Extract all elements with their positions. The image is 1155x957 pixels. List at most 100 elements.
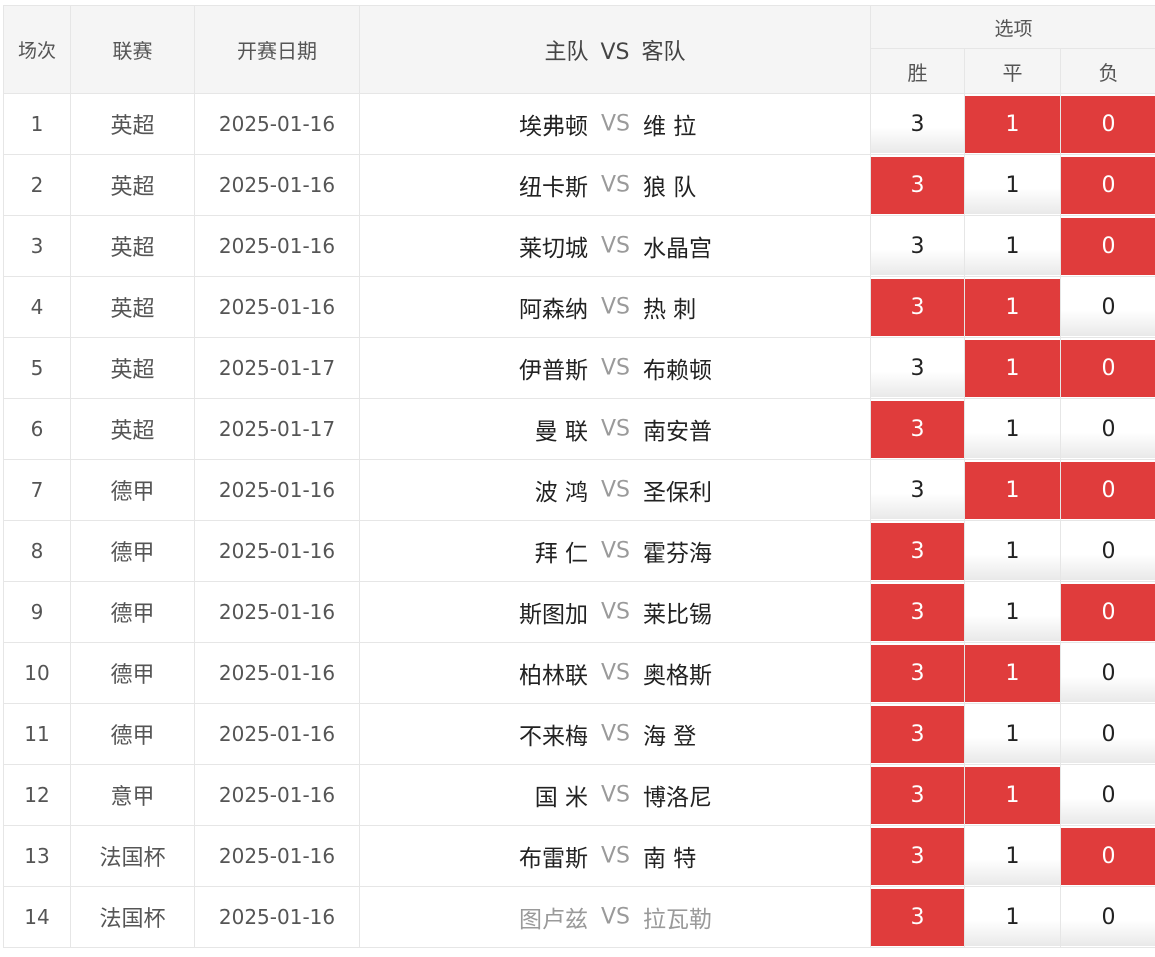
- option-lose-button[interactable]: 0: [1061, 400, 1155, 458]
- table-row: 14 法国杯 2025-01-16 图卢兹 VS 拉瓦勒 3 1 0: [3, 886, 1155, 948]
- away-team: 布赖顿: [643, 358, 712, 384]
- option-cell: 0: [1059, 764, 1155, 826]
- option-win-button[interactable]: 3: [871, 339, 964, 397]
- table-row: 10 德甲 2025-01-16 柏林联 VS 奥格斯 3 1 0: [3, 642, 1155, 704]
- option-win-button[interactable]: 3: [871, 522, 964, 580]
- option-win-button[interactable]: 3: [871, 705, 964, 763]
- option-draw-button[interactable]: 1: [965, 827, 1060, 885]
- option-lose-button[interactable]: 0: [1061, 644, 1155, 702]
- option-lose-button[interactable]: 0: [1061, 827, 1155, 885]
- row-index: 2: [3, 154, 71, 216]
- home-team: 柏林联: [519, 663, 588, 689]
- option-cell: 0: [1059, 93, 1155, 155]
- home-team: 阿森纳: [519, 297, 588, 323]
- option-win-button[interactable]: 3: [871, 461, 964, 519]
- option-cell: 0: [1059, 825, 1155, 887]
- option-cell: 0: [1059, 703, 1155, 765]
- row-index: 14: [3, 886, 71, 948]
- option-lose-button[interactable]: 0: [1061, 156, 1155, 214]
- option-cell: 3: [870, 581, 965, 643]
- option-lose-button[interactable]: 0: [1061, 888, 1155, 946]
- row-match: 斯图加 VS 莱比锡: [359, 581, 871, 643]
- option-draw-button[interactable]: 1: [965, 888, 1060, 946]
- row-date: 2025-01-16: [194, 459, 360, 521]
- option-lose-button[interactable]: 0: [1061, 461, 1155, 519]
- row-league: 英超: [70, 215, 195, 277]
- vs-label: VS: [601, 660, 631, 686]
- home-team: 国 米: [534, 785, 588, 811]
- table-row: 1 英超 2025-01-16 埃弗顿 VS 维 拉310: [3, 93, 1155, 155]
- table-row: 4 英超 2025-01-16 阿森纳 VS 热 刺 310: [3, 276, 1155, 338]
- option-win-button[interactable]: 3: [871, 400, 964, 458]
- vs-label: VS: [601, 416, 631, 442]
- header-draw: 平: [964, 48, 1061, 94]
- option-cell: 1: [964, 93, 1061, 155]
- option-win-button[interactable]: 3: [871, 156, 964, 214]
- option-win-button[interactable]: 3: [871, 766, 964, 824]
- header-match: 主队 VS 客队: [359, 5, 871, 94]
- away-team: 水晶宫: [643, 236, 712, 262]
- option-cell: 3: [870, 93, 965, 155]
- option-win-button[interactable]: 3: [871, 583, 964, 641]
- away-team: 南 特: [643, 846, 697, 872]
- table-row: 13 法国杯 2025-01-16 布雷斯 VS 南 特 310: [3, 825, 1155, 887]
- option-cell: 1: [964, 886, 1061, 948]
- option-lose-button[interactable]: 0: [1061, 522, 1155, 580]
- row-index: 11: [3, 703, 71, 765]
- option-win-button[interactable]: 3: [871, 827, 964, 885]
- option-draw-button[interactable]: 1: [965, 522, 1060, 580]
- option-win-button[interactable]: 3: [871, 888, 964, 946]
- home-team: 纽卡斯: [519, 175, 588, 201]
- option-cell: 0: [1059, 642, 1155, 704]
- row-index: 12: [3, 764, 71, 826]
- row-league: 德甲: [70, 642, 195, 704]
- option-draw-button[interactable]: 1: [965, 339, 1060, 397]
- row-index: 5: [3, 337, 71, 399]
- table-body: 1 英超 2025-01-16 埃弗顿 VS 维 拉 3 1 0 2 英超 2025-01-16 纽卡斯…: [3, 93, 1155, 948]
- row-date: 2025-01-16: [194, 154, 360, 216]
- option-draw-button[interactable]: 1: [965, 461, 1060, 519]
- option-draw-button[interactable]: 1: [965, 217, 1060, 275]
- row-match: 曼 联 VS 南安普: [359, 398, 871, 460]
- option-draw-button[interactable]: 1: [965, 95, 1060, 153]
- row-match: 埃弗顿 VS 维 拉: [359, 93, 871, 155]
- table-row: 3 英超 2025-01-16 莱切城 VS 水晶宫 3 1 0: [3, 215, 1155, 277]
- option-lose-button[interactable]: 0: [1061, 217, 1155, 275]
- option-lose-button[interactable]: 0: [1061, 95, 1155, 153]
- option-lose-button[interactable]: 0: [1061, 705, 1155, 763]
- option-win-button[interactable]: 3: [871, 95, 964, 153]
- option-cell: 1: [964, 398, 1061, 460]
- option-draw-button[interactable]: 1: [965, 705, 1060, 763]
- option-lose-button[interactable]: 0: [1061, 339, 1155, 397]
- option-cell: 3: [870, 154, 965, 216]
- option-lose-button[interactable]: 0: [1061, 766, 1155, 824]
- row-date: 2025-01-16: [194, 215, 360, 277]
- option-lose-button[interactable]: 0: [1061, 278, 1155, 336]
- row-index: 4: [3, 276, 71, 338]
- option-cell: 0: [1059, 154, 1155, 216]
- option-lose-button[interactable]: 0: [1061, 583, 1155, 641]
- row-index: 6: [3, 398, 71, 460]
- option-cell: 3: [870, 764, 965, 826]
- option-win-button[interactable]: 3: [871, 278, 964, 336]
- vs-label: VS: [601, 599, 631, 625]
- option-draw-button[interactable]: 1: [965, 156, 1060, 214]
- row-index: 7: [3, 459, 71, 521]
- vs-label: VS: [601, 233, 631, 259]
- home-team: 埃弗顿: [519, 114, 588, 140]
- option-cell: 3: [870, 703, 965, 765]
- option-draw-button[interactable]: 1: [965, 278, 1060, 336]
- option-win-button[interactable]: 3: [871, 217, 964, 275]
- vs-label: VS: [601, 172, 631, 198]
- option-win-button[interactable]: 3: [871, 644, 964, 702]
- row-league: 德甲: [70, 703, 195, 765]
- option-cell: 0: [1059, 886, 1155, 948]
- option-draw-button[interactable]: 1: [965, 583, 1060, 641]
- home-team: 波 鸿: [534, 480, 588, 506]
- row-date: 2025-01-16: [194, 642, 360, 704]
- row-index: 9: [3, 581, 71, 643]
- option-draw-button[interactable]: 1: [965, 400, 1060, 458]
- home-team: 布雷斯: [519, 846, 588, 872]
- option-draw-button[interactable]: 1: [965, 766, 1060, 824]
- option-draw-button[interactable]: 1: [965, 644, 1060, 702]
